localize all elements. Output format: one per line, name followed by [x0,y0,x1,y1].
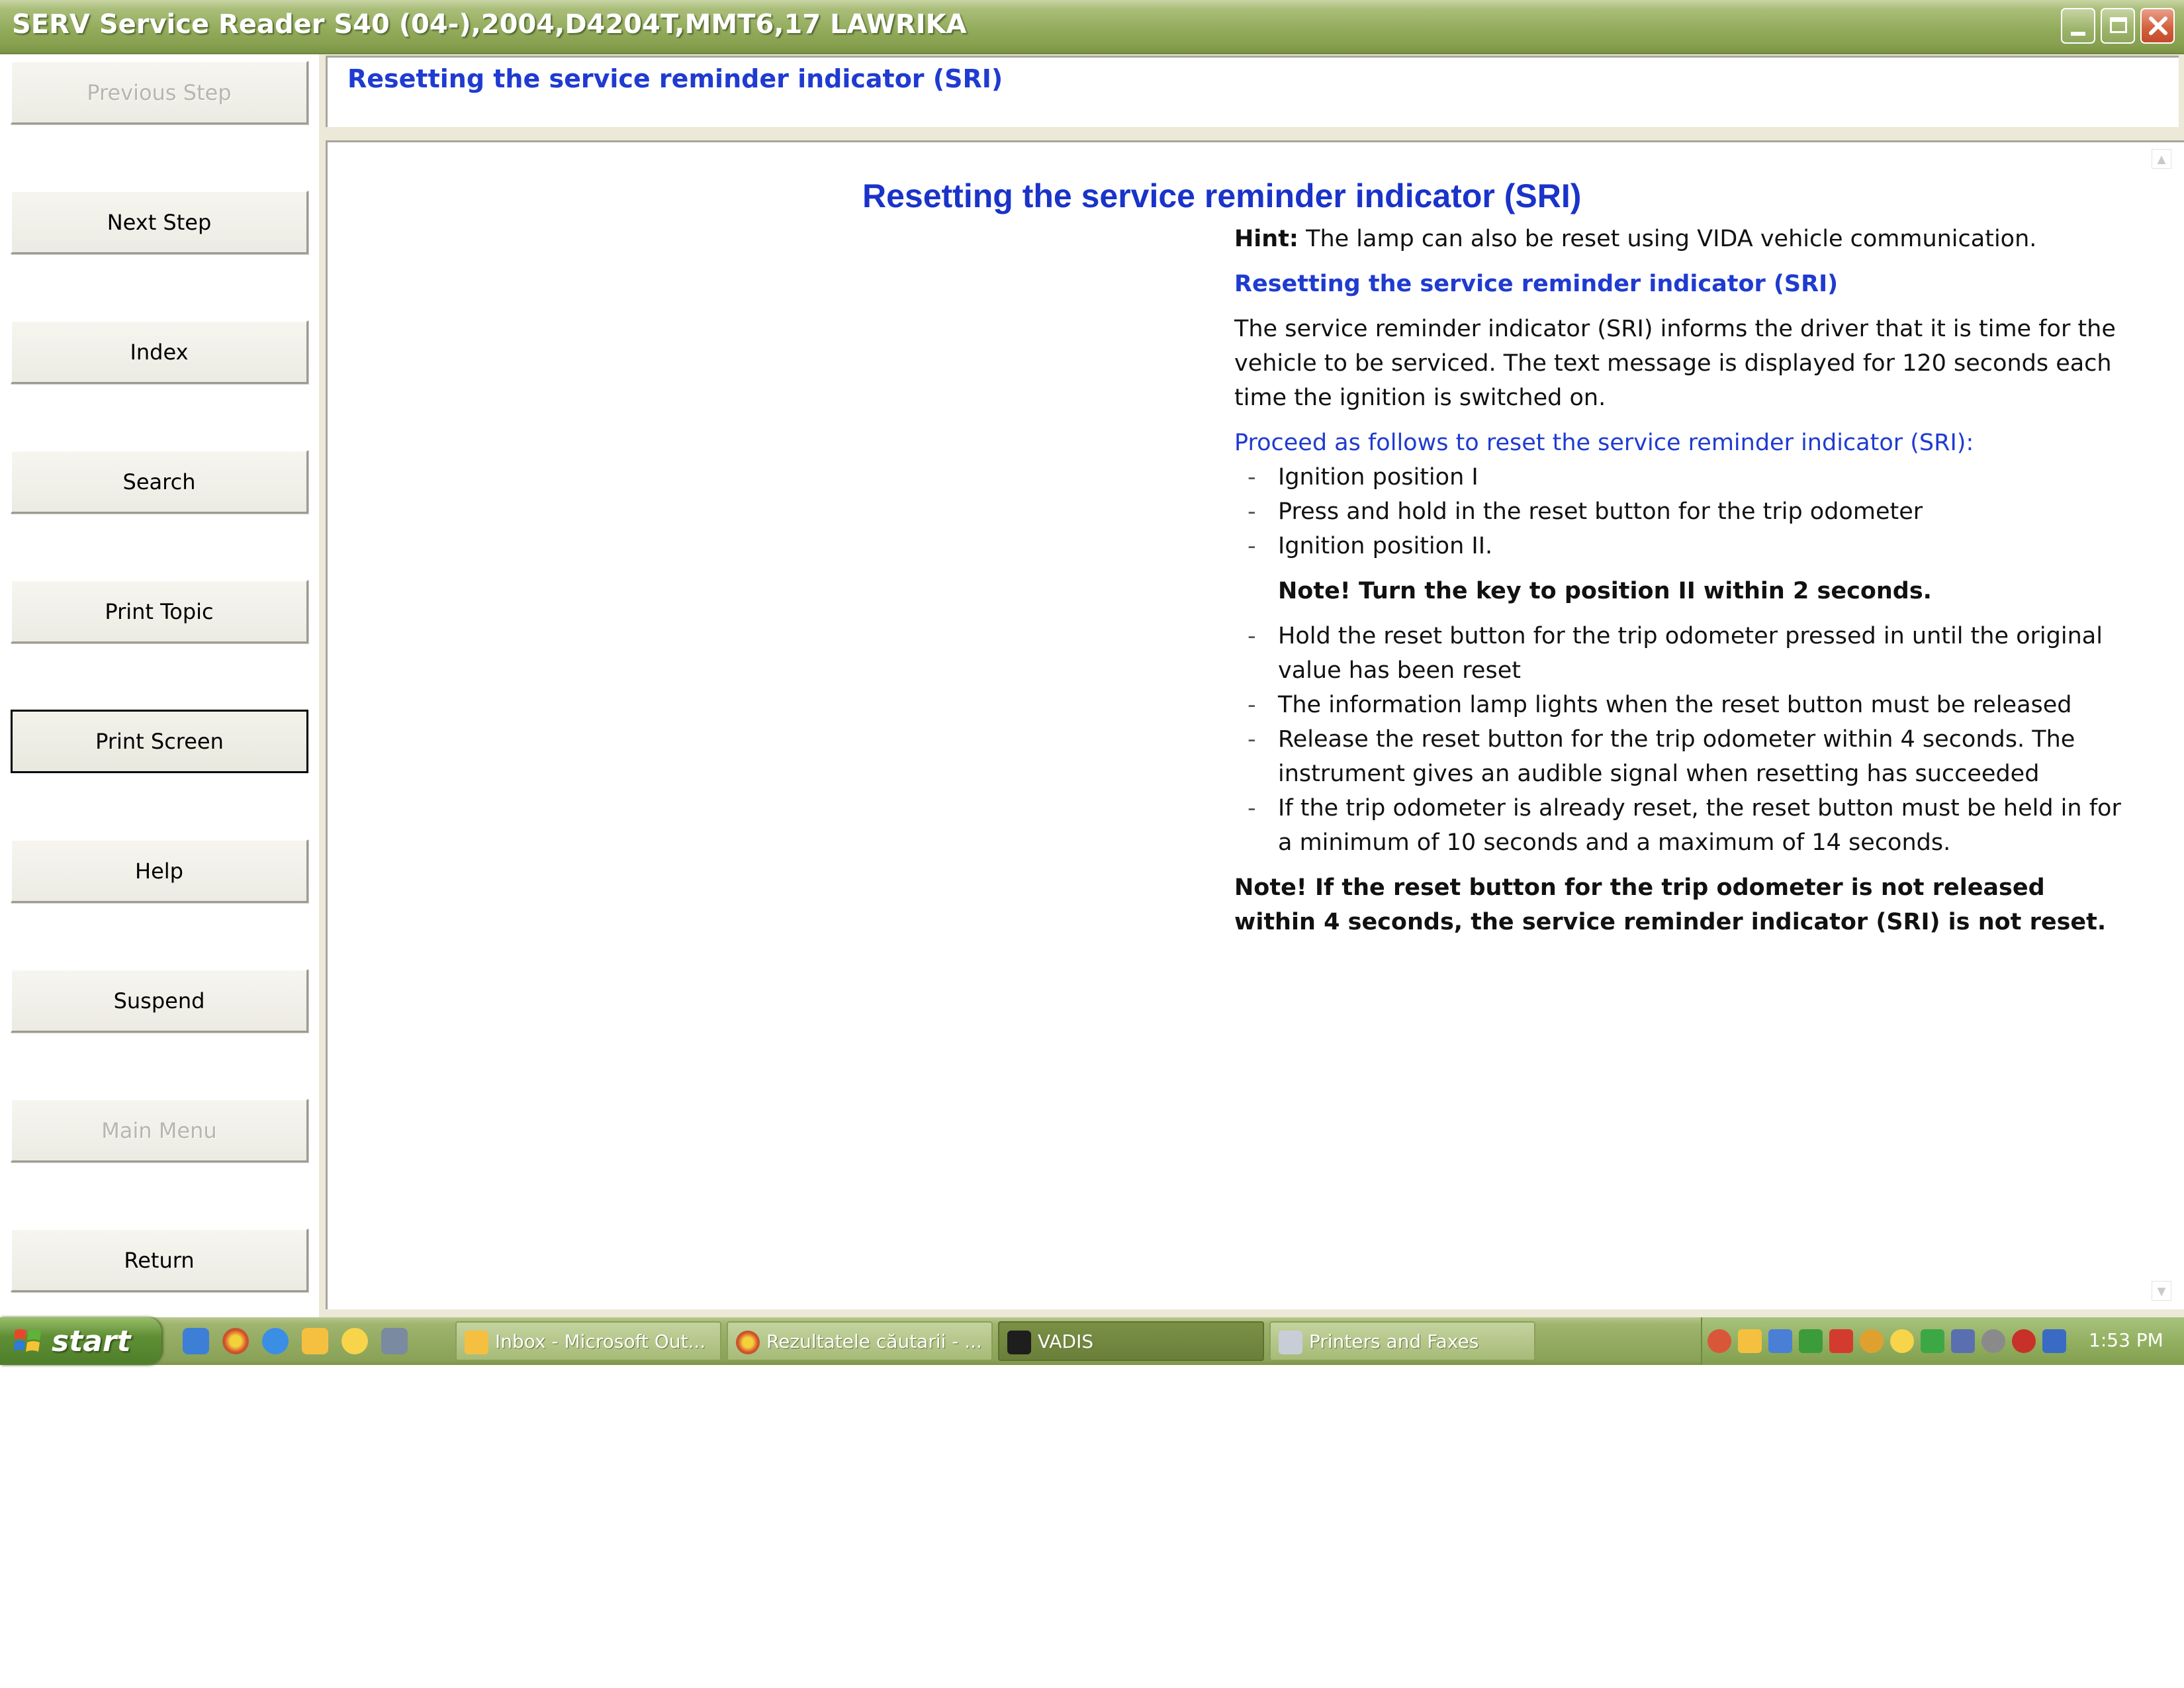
intro-paragraph: The service reminder indicator (SRI) inf… [1234,316,2116,411]
task-label: Inbox - Microsoft Out... [495,1330,706,1352]
procedure-heading: Proceed as follows to reset the service … [1234,430,1974,456]
document-body: Hint: The lamp can also be reset using V… [1234,222,2121,939]
chrome-icon[interactable] [222,1328,249,1354]
windows-logo-icon [14,1329,41,1352]
scroll-up-icon[interactable]: ▲ [2152,149,2171,169]
step-text: Ignition position I [1278,464,1479,491]
print-topic-button[interactable]: Print Topic [11,580,308,643]
chrome-task-icon [736,1331,760,1354]
tray-security-icon[interactable] [1860,1329,1884,1353]
list-dash: - [1248,795,1256,821]
task-label: Printers and Faxes [1309,1330,1479,1352]
list-item: - Press and hold in the reset button for … [1234,494,2121,529]
system-tray: 1:53 PM [1701,1317,2184,1365]
step-text: Release the reset button for the trip od… [1278,726,2075,787]
tray-messenger-icon[interactable] [1890,1329,1914,1353]
previous-step-button[interactable]: Previous Step [11,61,308,124]
step-text: The information lamp lights when the res… [1278,692,2072,718]
messenger-icon[interactable] [341,1328,368,1354]
list-item: - The information lamp lights when the re… [1234,688,2121,722]
start-button[interactable]: start [0,1317,161,1365]
list-item: - Ignition position II. [1234,529,2121,563]
task-search-results[interactable]: Rezultatele căutarii - ... [727,1321,993,1361]
tray-vc-icon[interactable] [2042,1329,2066,1353]
step-text: Hold the reset button for the trip odome… [1278,623,2103,684]
vertical-scrollbar[interactable]: ▲ ▼ [2141,142,2178,1309]
task-label: VADIS [1038,1330,1094,1352]
tray-volume-icon[interactable] [1768,1329,1792,1353]
desktop-icon[interactable] [183,1328,209,1354]
printer-task-icon [1279,1331,1302,1354]
tray-connection-icon[interactable] [1951,1329,1975,1353]
task-printers-faxes[interactable]: Printers and Faxes [1269,1321,1535,1361]
task-label: Rezultatele căutarii - ... [766,1330,983,1352]
list-dash: - [1248,726,1256,753]
minimize-button[interactable] [2061,8,2095,44]
document-title: Resetting the service reminder indicator… [862,177,1582,214]
help-button[interactable]: Help [11,839,308,903]
list-dash: - [1248,464,1256,491]
task-vadis[interactable]: VADIS [998,1321,1264,1361]
return-button[interactable]: Return [11,1229,308,1292]
vadis-task-icon [1007,1331,1031,1354]
tray-signal-icon[interactable] [1921,1329,1944,1353]
maximize-button[interactable] [2101,8,2135,44]
list-item: - Release the reset button for the trip o… [1234,722,2121,791]
final-note: Note! If the reset button for the trip o… [1234,874,2107,935]
tray-network-icon[interactable] [1799,1329,1823,1353]
section-subheading: Resetting the service reminder indicator… [1234,271,1839,297]
list-dash: - [1248,623,1256,649]
task-inbox-outlook[interactable]: Inbox - Microsoft Out... [455,1321,721,1361]
document-viewer[interactable]: Resetting the service reminder indicator… [326,140,2184,1309]
tray-acrobat-icon[interactable] [2012,1329,2036,1353]
taskbar: start Inbox - Microsoft Out... Rezultate… [0,1317,2184,1365]
hint-text: The lamp can also be reset using VIDA ve… [1298,226,2037,252]
close-button[interactable] [2140,8,2175,44]
topic-header: Resetting the service reminder indicator… [326,56,2179,127]
outlook-icon[interactable] [302,1328,328,1354]
list-item: - Ignition position I [1234,460,2121,494]
print-screen-button[interactable]: Print Screen [11,710,308,773]
main-menu-button[interactable]: Main Menu [11,1099,308,1162]
step-text: Press and hold in the reset button for t… [1278,498,1923,525]
minimize-icon [2071,32,2085,36]
show-desktop-icon[interactable] [381,1328,408,1354]
outlook-task-icon [465,1331,488,1354]
list-dash: - [1248,498,1256,525]
clock[interactable]: 1:53 PM [2089,1329,2163,1351]
inline-note: Note! Turn the key to position II within… [1278,578,1932,604]
step-text: If the trip odometer is already reset, t… [1278,795,2121,856]
hint-label: Hint: [1234,226,1298,252]
next-step-button[interactable]: Next Step [11,191,308,254]
list-dash: - [1248,692,1256,718]
navigation-panel: Previous Step Next Step Index Search Pri… [0,54,319,1317]
maximize-icon [2110,17,2127,33]
tray-clock-icon[interactable] [1738,1329,1762,1353]
tray-antivirus-icon[interactable] [1829,1329,1853,1353]
internet-explorer-icon[interactable] [262,1328,289,1354]
list-item: - Hold the reset button for the trip odom… [1234,619,2121,688]
tray-update-icon[interactable] [1981,1329,2005,1353]
tray-expand-icon[interactable] [1707,1329,1731,1353]
topic-title: Resetting the service reminder indicator… [347,64,1003,93]
list-dash: - [1248,533,1256,559]
hint-paragraph: Hint: The lamp can also be reset using V… [1234,222,2121,256]
search-button[interactable]: Search [11,450,308,514]
index-button[interactable]: Index [11,320,308,384]
scroll-down-icon[interactable]: ▼ [2152,1281,2171,1301]
suspend-button[interactable]: Suspend [11,969,308,1033]
application-window: SERV Service Reader S40 (04-),2004,D4204… [0,0,2184,1317]
title-bar[interactable]: SERV Service Reader S40 (04-),2004,D4204… [0,0,2184,54]
window-title: SERV Service Reader S40 (04-),2004,D4204… [12,9,967,40]
list-item: - If the trip odometer is already reset, … [1234,791,2121,860]
close-icon [2149,17,2167,35]
step-text: Ignition position II. [1278,533,1493,559]
start-label: start [52,1324,131,1358]
